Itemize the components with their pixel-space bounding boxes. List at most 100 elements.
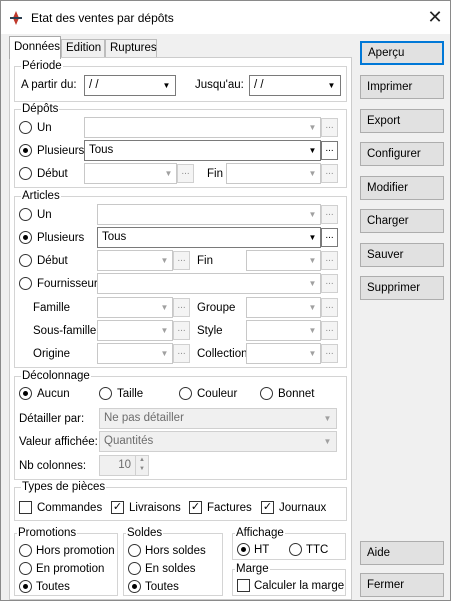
article-debut-radio[interactable] <box>19 254 32 267</box>
depot-plusieurs-radio[interactable] <box>19 144 32 157</box>
article-plusieurs-radio[interactable] <box>19 231 32 244</box>
button-label: Charger <box>367 215 409 227</box>
to-date-value: / / <box>254 79 264 91</box>
chevron-down-icon[interactable]: ▼ <box>304 298 321 317</box>
tab-ruptures[interactable]: Ruptures <box>105 39 157 58</box>
ellipsis-button[interactable]: ... <box>321 298 338 317</box>
sauver-button[interactable]: Sauver <box>360 243 444 267</box>
soldes-toutes-radio[interactable] <box>128 580 141 593</box>
window-title: Etat des ventes par dépôts <box>31 11 174 25</box>
modifier-button[interactable]: Modifier <box>360 176 444 200</box>
tab-donnees[interactable]: Données <box>9 36 61 59</box>
aide-button[interactable]: Aide <box>360 541 444 565</box>
en-soldes-radio[interactable] <box>128 562 141 575</box>
valeur-select[interactable]: Quantités <box>99 431 337 452</box>
chevron-down-icon[interactable]: ▼ <box>319 409 336 428</box>
ellipsis-button[interactable]: ... <box>321 344 338 363</box>
export-button[interactable]: Export <box>360 109 444 133</box>
ellipsis-button[interactable]: ... <box>321 228 338 247</box>
chevron-down-icon[interactable]: ▼ <box>156 251 173 270</box>
hors-soldes-label: Hors soldes <box>145 545 206 557</box>
ellipsis-button[interactable]: ... <box>321 251 338 270</box>
button-label: Aperçu <box>368 47 405 59</box>
tab-label: Ruptures <box>110 42 157 54</box>
depot-debut-radio[interactable] <box>19 167 32 180</box>
origine-label: Origine <box>33 348 71 360</box>
chevron-down-icon[interactable]: ▼ <box>304 344 321 363</box>
ht-radio[interactable] <box>237 543 250 556</box>
commandes-checkbox[interactable] <box>19 501 32 514</box>
periode-group: Période A partir du: / / ▼ Jusqu'au: / /… <box>14 60 347 102</box>
chevron-down-icon[interactable]: ▼ <box>158 76 175 95</box>
article-fournisseur-radio[interactable] <box>19 277 32 290</box>
hors-promotion-radio[interactable] <box>19 544 32 557</box>
ellipsis-button[interactable]: ... <box>321 205 338 224</box>
chevron-down-icon[interactable]: ▼ <box>160 164 177 183</box>
depot-un-radio[interactable] <box>19 121 32 134</box>
spin-down-icon[interactable]: ▼ <box>136 465 148 474</box>
factures-checkbox[interactable]: ✓ <box>189 501 202 514</box>
spinner-arrows[interactable]: ▲ ▼ <box>135 456 148 475</box>
calculer-marge-label: Calculer la marge <box>254 580 345 592</box>
charger-button[interactable]: Charger <box>360 209 444 233</box>
spin-up-icon[interactable]: ▲ <box>136 456 148 465</box>
depot-un-field[interactable] <box>84 117 321 138</box>
tab-label: Edition <box>66 42 102 54</box>
ellipsis-button[interactable]: ... <box>173 344 190 363</box>
apercu-button[interactable]: Aperçu <box>360 41 444 65</box>
valeur-label: Valeur affichée: <box>19 436 98 448</box>
journaux-checkbox[interactable]: ✓ <box>261 501 274 514</box>
commandes-label: Commandes <box>37 502 103 514</box>
ellipsis-button[interactable]: ... <box>321 274 338 293</box>
article-plusieurs-field[interactable]: Tous <box>97 227 321 248</box>
article-fournisseur-field[interactable] <box>97 273 321 294</box>
article-un-radio[interactable] <box>19 208 32 221</box>
ellipsis-button[interactable]: ... <box>321 118 338 137</box>
article-plusieurs-value: Tous <box>102 231 127 243</box>
hors-soldes-radio[interactable] <box>128 544 141 557</box>
ellipsis-button[interactable]: ... <box>173 251 190 270</box>
ellipsis-button[interactable]: ... <box>173 321 190 340</box>
chevron-down-icon[interactable]: ▼ <box>304 118 321 137</box>
ellipsis-button[interactable]: ... <box>177 164 194 183</box>
depot-debut-label: Début <box>37 168 68 180</box>
ht-label: HT <box>254 544 270 556</box>
article-un-field[interactable] <box>97 204 321 225</box>
supprimer-button[interactable]: Supprimer <box>360 276 444 300</box>
decolonnage-title: Décolonnage <box>21 370 91 382</box>
imprimer-button[interactable]: Imprimer <box>360 75 444 99</box>
chevron-down-icon[interactable]: ▼ <box>304 251 321 270</box>
close-icon[interactable]: ✕ <box>421 5 449 29</box>
chevron-down-icon[interactable]: ▼ <box>156 298 173 317</box>
fermer-button[interactable]: Fermer <box>360 573 444 597</box>
chevron-down-icon[interactable]: ▼ <box>304 141 321 160</box>
ttc-label: TTC <box>306 544 329 556</box>
chevron-down-icon[interactable]: ▼ <box>304 228 321 247</box>
article-fournisseur-label: Fournisseur <box>37 278 98 290</box>
chevron-down-icon[interactable]: ▼ <box>304 321 321 340</box>
decol-aucun-radio[interactable] <box>19 387 32 400</box>
decol-bonnet-radio[interactable] <box>260 387 273 400</box>
chevron-down-icon[interactable]: ▼ <box>156 344 173 363</box>
configurer-button[interactable]: Configurer <box>360 142 444 166</box>
tab-edition[interactable]: Edition <box>61 39 105 58</box>
ellipsis-button[interactable]: ... <box>321 164 338 183</box>
chevron-down-icon[interactable]: ▼ <box>323 76 340 95</box>
en-promotion-radio[interactable] <box>19 562 32 575</box>
chevron-down-icon[interactable]: ▼ <box>319 432 336 451</box>
depot-plusieurs-field[interactable]: Tous <box>84 140 321 161</box>
chevron-down-icon[interactable]: ▼ <box>304 205 321 224</box>
chevron-down-icon[interactable]: ▼ <box>304 164 321 183</box>
chevron-down-icon[interactable]: ▼ <box>304 274 321 293</box>
decol-taille-radio[interactable] <box>99 387 112 400</box>
ellipsis-button[interactable]: ... <box>321 321 338 340</box>
decol-couleur-radio[interactable] <box>179 387 192 400</box>
ellipsis-button[interactable]: ... <box>321 141 338 160</box>
calculer-marge-checkbox[interactable] <box>237 579 250 592</box>
promotions-toutes-radio[interactable] <box>19 580 32 593</box>
chevron-down-icon[interactable]: ▼ <box>156 321 173 340</box>
ellipsis-button[interactable]: ... <box>173 298 190 317</box>
ttc-radio[interactable] <box>289 543 302 556</box>
detail-select[interactable]: Ne pas détailler <box>99 408 337 429</box>
livraisons-checkbox[interactable]: ✓ <box>111 501 124 514</box>
